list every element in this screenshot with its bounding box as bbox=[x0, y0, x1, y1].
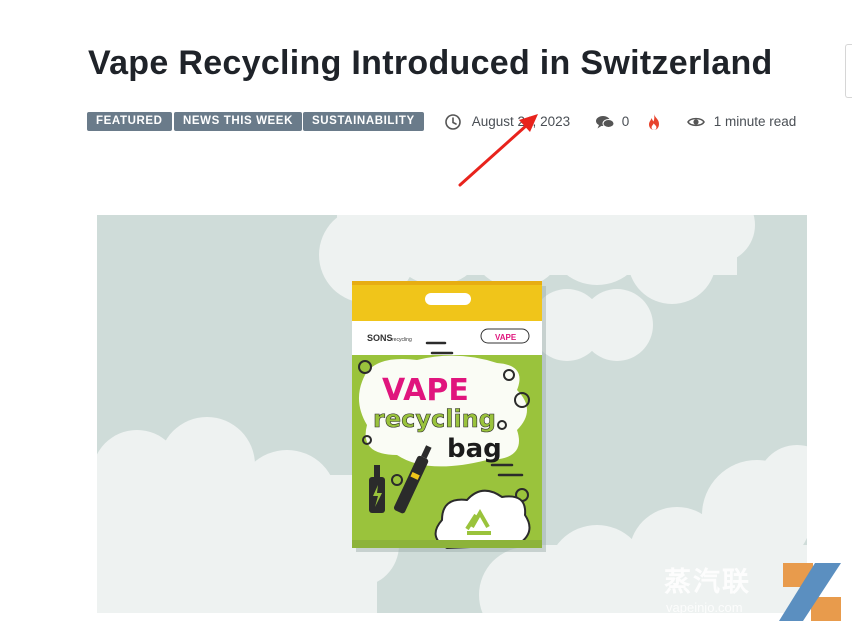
article-meta: FEATURED NEWS THIS WEEK SUSTAINABILITY A… bbox=[87, 112, 827, 132]
bag-brand-suffix: recycling bbox=[392, 337, 412, 343]
bag-title-bag: bag bbox=[447, 434, 502, 464]
article-title: Vape Recycling Introduced in Switzerland bbox=[88, 44, 773, 82]
clock-icon bbox=[444, 114, 462, 131]
comments-icon bbox=[595, 114, 615, 129]
featured-image: SONS recycling VAPE VAPE recycling bag bbox=[97, 215, 807, 613]
read-time-text: 1 minute read bbox=[713, 114, 797, 129]
post-date-text: August 24, 2023 bbox=[471, 114, 571, 129]
tag-featured[interactable]: FEATURED bbox=[87, 112, 172, 131]
bag-title-vape: VAPE bbox=[382, 373, 469, 408]
comment-count-text: 0 bbox=[621, 114, 630, 129]
post-date: August 24, 2023 bbox=[444, 112, 570, 131]
watermark-text: 蒸汽联 bbox=[664, 567, 751, 598]
watermark-url: vapeinjo.com bbox=[666, 600, 743, 615]
featured-image-art: SONS recycling VAPE VAPE recycling bag bbox=[97, 215, 807, 613]
watermark: 蒸汽联 vapeinjo.com bbox=[662, 557, 852, 631]
watermark-logo bbox=[779, 563, 841, 621]
tag-sustainability[interactable]: SUSTAINABILITY bbox=[303, 112, 424, 131]
bag-title-recycling: recycling bbox=[373, 405, 496, 433]
bag-brand: SONS bbox=[367, 333, 393, 343]
bag-badge: VAPE bbox=[495, 333, 517, 342]
comment-count[interactable]: 0 bbox=[595, 112, 629, 131]
side-panel-edge[interactable] bbox=[845, 44, 852, 98]
read-time: 1 minute read bbox=[687, 112, 796, 131]
trending-badge bbox=[646, 112, 662, 131]
tag-news-this-week[interactable]: NEWS THIS WEEK bbox=[174, 112, 302, 131]
eye-icon bbox=[687, 114, 705, 129]
flame-icon bbox=[646, 114, 662, 131]
